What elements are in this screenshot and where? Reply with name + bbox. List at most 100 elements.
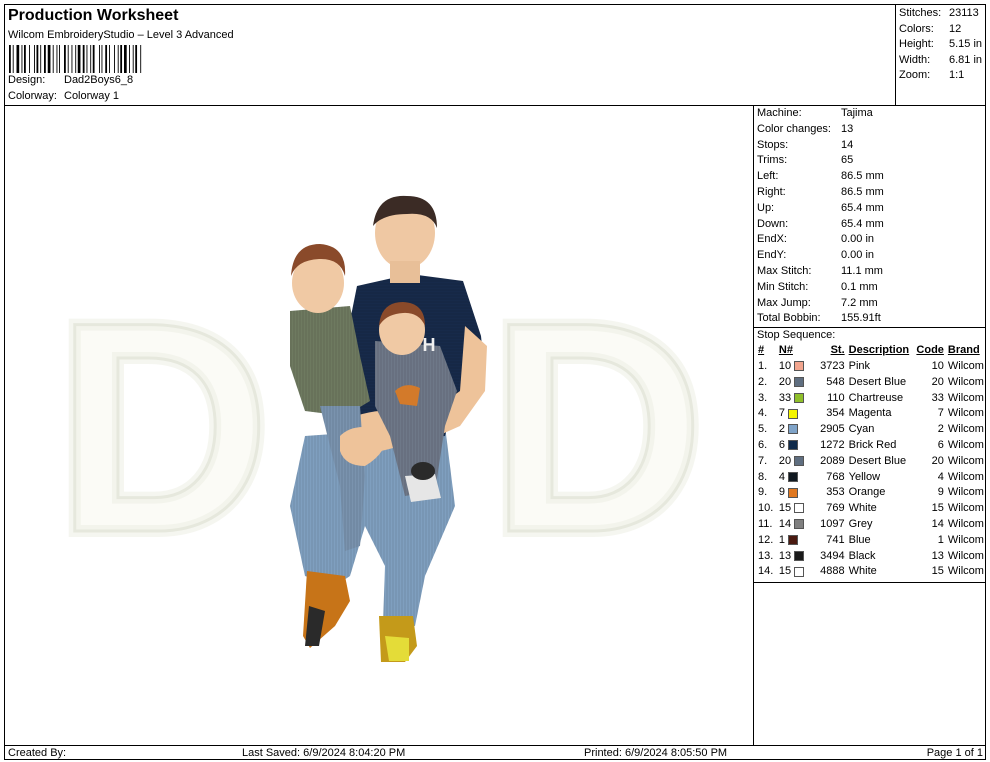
info-row: Min Stitch: 0.1 mm xyxy=(754,280,986,296)
stop-stitches: 4888 xyxy=(820,565,845,578)
machine-info-panel: Machine: Tajima Color changes: 13 Stops: 14… xyxy=(754,106,986,745)
info-label: Color changes: xyxy=(757,122,831,135)
worksheet-footer: Created By: Last Saved: 6/9/2024 8:04:20… xyxy=(5,745,986,760)
info-value: 0.1 mm xyxy=(841,280,878,293)
info-label: Max Jump: xyxy=(757,296,811,309)
stop-index: 7. xyxy=(758,454,768,467)
summary-value: 23113 xyxy=(949,7,979,19)
stop-index: 4. xyxy=(758,407,768,420)
svg-text:D: D xyxy=(489,259,706,595)
stop-brand: Wilcom xyxy=(947,439,984,452)
summary-row: Height: 5.15 in xyxy=(896,37,986,53)
stop-row: 14. 15 4888 White 15 Wilcom xyxy=(756,564,986,580)
embroidery-design-image: D D D D H xyxy=(49,195,711,662)
stop-needle: 4 xyxy=(777,469,817,485)
stop-description: Grey xyxy=(848,518,873,531)
stop-code: 2 xyxy=(937,423,944,436)
info-label: EndY: xyxy=(757,249,787,262)
stop-index: 5. xyxy=(758,423,768,436)
info-row: Left: 86.5 mm xyxy=(754,169,986,185)
info-value: 65.4 mm xyxy=(841,201,884,214)
stop-code: 10 xyxy=(931,360,944,373)
summary-box: Stitches: 23113 Colors: 12 Height: 5.15 in … xyxy=(895,5,986,106)
stop-index: 13. xyxy=(758,549,774,562)
design-label: Design: xyxy=(8,74,46,86)
summary-value: 6.81 in xyxy=(949,53,983,66)
col-needle-header: N# xyxy=(778,344,793,357)
stop-code: 15 xyxy=(931,565,944,578)
stop-row: 4. 7 354 Magenta 7 Wilcom xyxy=(756,406,986,422)
summary-label: Width: xyxy=(899,53,931,66)
stop-row: 11. 14 1097 Grey 14 Wilcom xyxy=(756,516,986,532)
stop-code: 7 xyxy=(937,407,944,420)
col-description-header: Description xyxy=(848,344,910,357)
stop-code: 4 xyxy=(937,470,944,483)
info-label: EndX: xyxy=(757,233,787,246)
info-label: Machine: xyxy=(757,107,802,119)
stop-stitches: 1272 xyxy=(820,439,845,452)
color-swatch xyxy=(788,424,799,435)
stop-stitches: 353 xyxy=(826,486,845,499)
stop-needle: 7 xyxy=(777,406,817,422)
svg-text:H: H xyxy=(423,335,436,355)
stop-needle: 33 xyxy=(777,390,817,406)
last-saved: Last Saved: 6/9/2024 8:04:20 PM xyxy=(242,747,406,759)
stop-brand: Wilcom xyxy=(947,518,984,531)
stop-brand: Wilcom xyxy=(947,470,984,483)
stop-index: 8. xyxy=(758,470,768,483)
color-swatch xyxy=(788,440,799,451)
stop-index: 14. xyxy=(758,565,774,578)
colorway-value: Colorway 1 xyxy=(64,90,120,102)
stop-code: 14 xyxy=(931,518,944,531)
stop-needle: 10 xyxy=(777,358,817,374)
stop-brand: Wilcom xyxy=(947,549,984,562)
stop-stitches: 3723 xyxy=(820,360,845,373)
stop-description: Yellow xyxy=(848,470,881,483)
colorway-row: Colorway: Colorway 1 xyxy=(8,90,119,102)
color-swatch xyxy=(794,519,805,530)
info-label: Total Bobbin: xyxy=(757,312,821,325)
production-worksheet: Production Worksheet Wilcom EmbroiderySt… xyxy=(4,4,986,760)
stop-index: 10. xyxy=(758,502,774,515)
stop-stitches: 548 xyxy=(826,375,845,388)
summary-row: Colors: 12 xyxy=(896,22,986,38)
info-row: Up: 65.4 mm xyxy=(754,201,986,217)
info-value: 0.00 in xyxy=(841,233,875,246)
info-value: Tajima xyxy=(841,107,873,119)
stop-row: 6. 6 1272 Brick Red 6 Wilcom xyxy=(756,437,986,453)
stop-row: 2. 20 548 Desert Blue 20 Wilcom xyxy=(756,374,986,390)
stop-code: 13 xyxy=(931,549,944,562)
stop-code: 20 xyxy=(931,375,944,388)
color-swatch xyxy=(794,392,805,403)
stop-row: 1. 10 3723 Pink 10 Wilcom xyxy=(756,358,986,374)
stop-description: Pink xyxy=(848,360,871,373)
stop-needle: 14 xyxy=(777,516,817,532)
summary-value: 1:1 xyxy=(949,69,965,82)
summary-value: 12 xyxy=(949,22,962,35)
design-row: Design: Dad2Boys6_8 xyxy=(8,74,133,86)
info-label: Trims: xyxy=(757,154,788,167)
stop-code: 33 xyxy=(931,391,944,404)
color-swatch xyxy=(794,503,805,514)
stop-row: 8. 4 768 Yellow 4 Wilcom xyxy=(756,469,986,485)
stop-index: 1. xyxy=(758,360,768,373)
info-value: 0.00 in xyxy=(841,249,875,262)
stop-description: Black xyxy=(848,549,876,562)
stop-needle: 20 xyxy=(777,374,817,390)
worksheet-title: Production Worksheet xyxy=(8,7,179,24)
stop-description: Cyan xyxy=(848,423,875,436)
design-preview: D D D D H xyxy=(5,106,754,745)
info-row: Stops: 14 xyxy=(754,138,986,154)
worksheet-header: Production Worksheet Wilcom EmbroiderySt… xyxy=(5,5,895,106)
stop-brand: Wilcom xyxy=(947,407,984,420)
color-swatch xyxy=(794,566,805,577)
stop-description: White xyxy=(848,565,877,578)
stop-sequence-table: # N# St. Description Code Brand 1. 10 372… xyxy=(756,342,986,579)
stop-description: White xyxy=(848,502,877,515)
stop-needle: 15 xyxy=(777,500,817,516)
summary-row: Zoom: 1:1 xyxy=(896,68,986,84)
stop-row: 9. 9 353 Orange 9 Wilcom xyxy=(756,485,986,501)
colorway-label: Colorway: xyxy=(8,90,57,102)
stop-code: 1 xyxy=(937,533,944,546)
summary-row: Stitches: 23113 xyxy=(896,6,986,22)
